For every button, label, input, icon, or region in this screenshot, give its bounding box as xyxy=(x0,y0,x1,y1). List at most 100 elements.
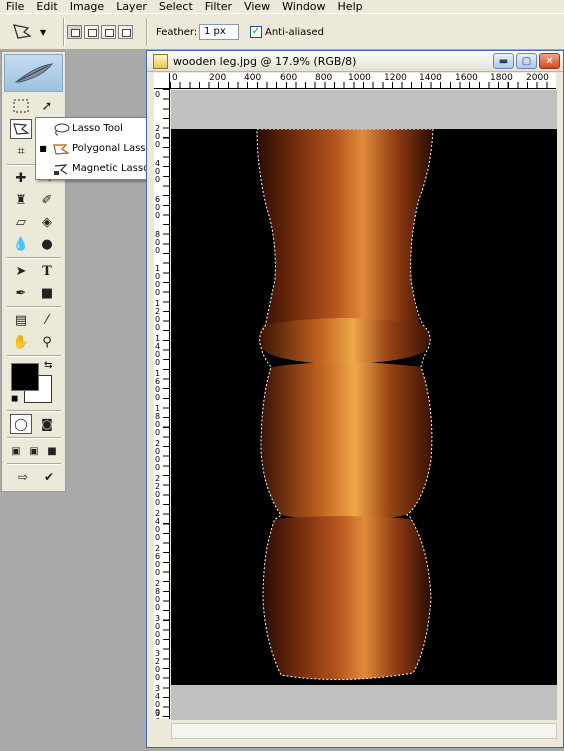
jump-to-imageready-button[interactable]: ⇨ xyxy=(10,467,36,487)
toolbox-divider xyxy=(7,257,61,259)
options-divider xyxy=(63,18,65,46)
feather-logo-icon xyxy=(14,63,53,83)
menu-image[interactable]: Image xyxy=(70,0,104,13)
ruler-label: 1 6 0 0 xyxy=(155,369,161,402)
ruler-label: 2 8 0 0 xyxy=(155,579,161,612)
canvas-area[interactable] xyxy=(171,90,557,720)
minimize-icon: ▬ xyxy=(498,55,509,67)
toolbox-header[interactable] xyxy=(4,54,63,92)
ruler-label: 1 0 0 0 xyxy=(155,264,161,297)
standard-mode-button[interactable]: ◯ xyxy=(10,414,32,434)
menu-filter[interactable]: Filter xyxy=(205,0,232,13)
blur-tool[interactable]: 💧 xyxy=(10,234,32,254)
feather-input[interactable]: 1 px xyxy=(199,24,239,40)
note-icon: ▤ xyxy=(14,312,28,328)
polygonal-lasso-icon xyxy=(13,123,30,135)
ruler-label: 800 xyxy=(315,73,333,83)
polygonal-lasso-icon xyxy=(50,141,72,157)
toolbox-divider xyxy=(7,437,61,439)
eyedropper-icon: ⁄ xyxy=(45,312,49,328)
hand-icon: ✋ xyxy=(12,334,30,350)
history-brush-tool[interactable]: ✐ xyxy=(36,190,58,210)
maximize-button[interactable]: ▢ xyxy=(516,53,537,69)
path-selection-tool[interactable]: ➤ xyxy=(10,261,32,281)
hand-tool[interactable]: ✋ xyxy=(10,332,32,352)
menu-file[interactable]: File xyxy=(6,0,24,13)
new-selection-button[interactable] xyxy=(67,25,82,39)
marquee-tool[interactable] xyxy=(10,96,32,116)
ruler-label: 6 0 0 xyxy=(155,195,161,220)
standard-screen-mode-button[interactable]: ▣ xyxy=(8,441,24,461)
move-tool[interactable]: ➚ xyxy=(36,96,58,116)
quick-mask-icon: ◙ xyxy=(41,417,53,431)
ruler-label: 3 6 xyxy=(155,709,161,720)
screen-mode-icon: ▣ xyxy=(11,445,21,457)
zoom-tool[interactable]: ⚲ xyxy=(36,332,58,352)
paint-bucket-tool[interactable]: ◈ xyxy=(36,212,58,232)
feather-label: Feather: xyxy=(156,27,198,38)
ruler-label: 2000 xyxy=(526,73,549,83)
full-screen-menu-mode-button[interactable]: ▣ xyxy=(26,441,42,461)
document-image[interactable] xyxy=(171,129,557,685)
eyedropper-tool[interactable]: ⁄ xyxy=(36,310,58,330)
type-icon: T xyxy=(42,263,52,279)
ruler-label: 2 0 0 0 xyxy=(155,439,161,472)
crop-icon: ⌗ xyxy=(17,143,25,159)
menu-select[interactable]: Select xyxy=(159,0,193,13)
pen-tool[interactable]: ✒ xyxy=(10,283,32,303)
eraser-tool[interactable]: ▱ xyxy=(10,212,32,232)
menu-view[interactable]: View xyxy=(244,0,270,13)
magnetic-lasso-icon xyxy=(50,161,72,177)
tool-preset-picker[interactable]: ▼ xyxy=(10,20,58,44)
intersect-selection-button[interactable] xyxy=(118,25,133,39)
ruler-label: 2 0 0 xyxy=(155,124,161,149)
notes-tool[interactable]: ▤ xyxy=(10,310,32,330)
clone-stamp-tool[interactable]: ♜ xyxy=(10,190,32,210)
ruler-label: 3 2 0 0 xyxy=(155,649,161,682)
menu-window[interactable]: Window xyxy=(282,0,325,13)
quick-mask-button[interactable]: ◙ xyxy=(36,414,58,434)
menu-help[interactable]: Help xyxy=(338,0,363,13)
document-title-bar[interactable]: wooden leg.jpg @ 17.9% (RGB/8) ▬ ▢ ✕ xyxy=(147,51,563,72)
ruler-origin[interactable] xyxy=(154,73,170,89)
add-to-selection-button[interactable] xyxy=(84,25,99,39)
type-tool[interactable]: T xyxy=(36,261,58,281)
swap-colors-icon[interactable]: ⇆ xyxy=(44,360,56,372)
pen-icon: ✒ xyxy=(15,285,27,301)
horizontal-ruler[interactable]: 0 200 400 600 800 1000 1200 1400 1600 18… xyxy=(170,73,556,89)
default-colors-icon[interactable]: ◼ xyxy=(11,394,21,404)
antialiased-label: Anti-aliased xyxy=(265,27,325,38)
ruler-label: 2 2 0 0 xyxy=(155,474,161,507)
arrow-icon: ➤ xyxy=(15,263,27,279)
close-button[interactable]: ✕ xyxy=(539,53,560,69)
horizontal-scrollbar[interactable] xyxy=(171,723,557,739)
ruler-label: 200 xyxy=(209,73,227,83)
dodge-tool[interactable]: ● xyxy=(36,234,58,254)
chevron-down-icon: ▼ xyxy=(40,27,47,37)
ruler-label: 2 6 0 0 xyxy=(155,544,161,577)
toolbox-divider xyxy=(7,306,61,308)
menu-layer[interactable]: Layer xyxy=(116,0,147,13)
healing-brush-tool[interactable]: ✚ xyxy=(10,168,32,188)
lasso-tool[interactable] xyxy=(10,119,32,139)
foreground-color-swatch[interactable] xyxy=(11,363,39,391)
toolbox-divider xyxy=(7,463,61,465)
magnifier-icon: ⚲ xyxy=(42,334,52,350)
minimize-button[interactable]: ▬ xyxy=(493,53,514,69)
move-icon: ➚ xyxy=(41,98,53,114)
check-icon-button[interactable]: ✔ xyxy=(38,467,60,487)
vertical-ruler[interactable]: 0 2 0 0 4 0 0 6 0 0 8 0 0 1 0 0 0 1 2 0 … xyxy=(154,89,170,719)
full-screen-mode-button[interactable]: ■ xyxy=(44,441,60,461)
antialiased-checkbox[interactable]: ✓ xyxy=(250,26,262,38)
standard-mode-icon: ◯ xyxy=(14,417,28,431)
crop-tool[interactable]: ⌗ xyxy=(10,141,32,161)
options-bar: ▼ Feather: 1 px ✓ Anti-aliased xyxy=(0,13,564,50)
menu-edit[interactable]: Edit xyxy=(36,0,57,13)
menu-bar: File Edit Image Layer Select Filter View… xyxy=(0,0,564,13)
shape-tool[interactable]: ■ xyxy=(36,283,58,303)
document-window: wooden leg.jpg @ 17.9% (RGB/8) ▬ ▢ ✕ 0 2… xyxy=(146,50,564,748)
ruler-label: 1 8 0 0 xyxy=(155,404,161,437)
dodge-icon: ● xyxy=(41,236,53,252)
subtract-from-selection-button[interactable] xyxy=(101,25,116,39)
stamp-icon: ♜ xyxy=(15,192,27,208)
